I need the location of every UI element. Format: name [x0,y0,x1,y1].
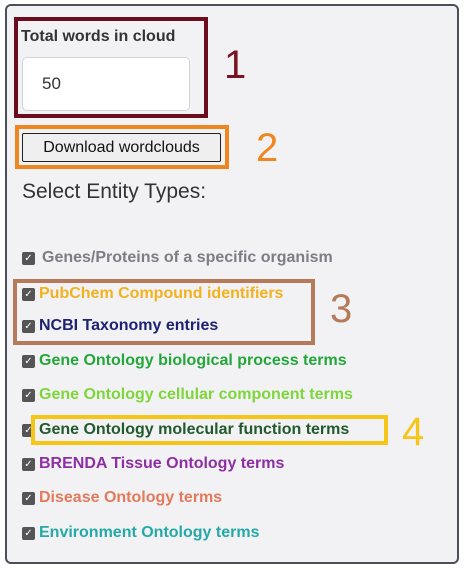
checkbox-checked-icon[interactable]: ✓ [22,388,35,402]
highlight-box-3 [13,279,315,345]
entity-row-go-cellular-component[interactable]: ✓ Gene Ontology cellular component terms [22,385,353,405]
checkbox-checked-icon[interactable]: ✓ [22,491,35,505]
entity-row-environment-ontology[interactable]: ✓ Environment Ontology terms [22,523,259,543]
checkbox-checked-icon[interactable]: ✓ [22,526,35,540]
entity-label: BRENDA Tissue Ontology terms [39,455,285,472]
checkbox-checked-icon[interactable]: ✓ [22,354,35,368]
highlight-box-1 [14,17,208,118]
entity-label: Disease Ontology terms [39,489,223,506]
annotation-number-3: 3 [330,287,353,331]
checkbox-checked-icon[interactable]: ✓ [22,457,35,471]
annotation-number-2: 2 [256,126,279,170]
entity-row-genes[interactable]: ✓ Genes/Proteins of a specific organism [22,248,333,268]
entity-label: Gene Ontology biological process terms [39,352,347,369]
entity-label: Gene Ontology cellular component terms [39,386,353,403]
highlight-box-2 [15,125,229,169]
entity-label: Genes/Proteins of a specific organism [42,249,333,266]
annotation-number-4: 4 [402,410,425,454]
entity-types-title: Select Entity Types: [22,180,207,203]
entity-row-disease-ontology[interactable]: ✓ Disease Ontology terms [22,488,222,508]
entity-label: Environment Ontology terms [39,524,260,541]
entity-row-go-biological-process[interactable]: ✓ Gene Ontology biological process terms [22,351,347,371]
checkbox-checked-icon[interactable]: ✓ [22,251,35,265]
annotation-number-1: 1 [224,43,247,87]
highlight-box-4 [31,415,388,445]
entity-row-brenda-tissue[interactable]: ✓ BRENDA Tissue Ontology terms [22,454,284,474]
